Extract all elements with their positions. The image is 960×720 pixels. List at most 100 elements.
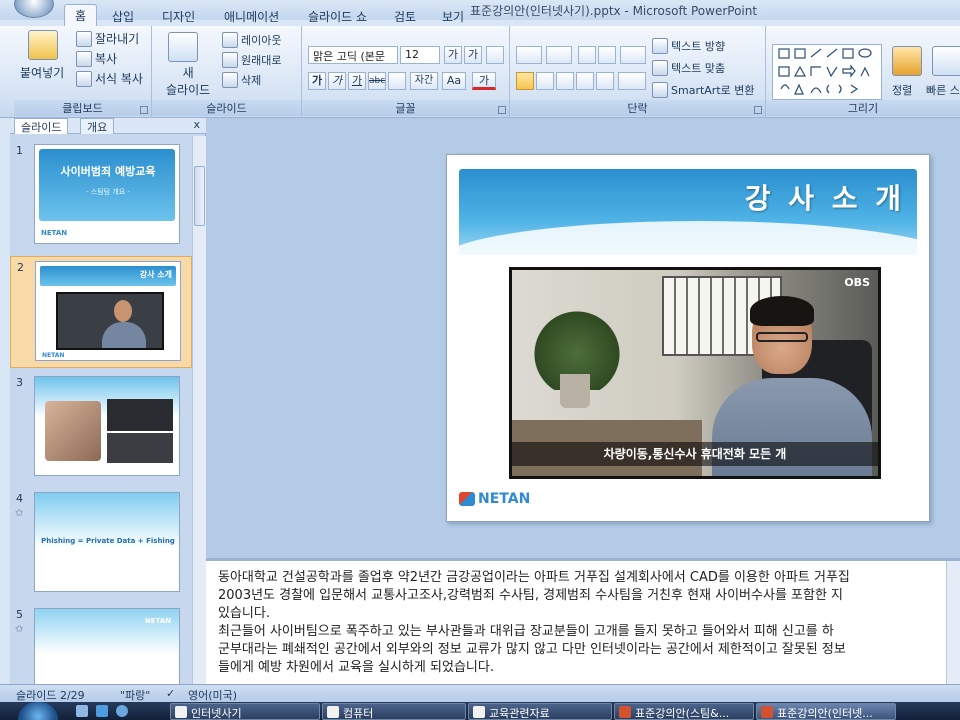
shrink-font-button[interactable]: 가 [464, 46, 482, 64]
underline-button[interactable]: 가 [348, 72, 366, 90]
line-spacing-icon[interactable] [620, 46, 646, 64]
thumb-photo-dark-2 [107, 433, 173, 463]
font-launcher-icon[interactable] [498, 106, 506, 114]
numbering-icon[interactable] [546, 46, 572, 64]
notes-text[interactable]: 동아대학교 건설공학과를 졸업후 약2년간 금강공업이라는 아파트 거푸집 설계… [218, 569, 960, 677]
thumb-logo: NETAN [41, 229, 68, 237]
char-spacing-button[interactable]: 자간 [410, 72, 438, 90]
slide-title[interactable]: 강 사 소 개 [745, 177, 905, 217]
cut-button[interactable]: 잘라내기 [76, 30, 139, 47]
paragraph-launcher-icon[interactable] [754, 106, 762, 114]
taskbar-item-label: 인터넷사기 [191, 707, 242, 720]
tab-slideshow[interactable]: 슬라이드 쇼 [298, 6, 377, 26]
taskbar-item[interactable]: 컴퓨터 [322, 703, 466, 720]
columns-icon[interactable] [618, 72, 646, 90]
slide-logo: NETAN [459, 491, 530, 507]
copy-button[interactable]: 복사 [76, 50, 117, 67]
taskbar-item[interactable]: 표준강의안(스팀&... [614, 703, 754, 720]
video-still[interactable]: OBS 차량이동,통신수사 휴대전화 모든 개 [509, 267, 881, 479]
paste-button[interactable]: 붙여넣기 [20, 64, 64, 81]
new-slide-button[interactable]: 새 슬라이드 [166, 64, 210, 98]
clear-format-icon[interactable] [486, 46, 504, 64]
strikethrough-button[interactable]: abc [368, 72, 386, 90]
logo-text: NETAN [478, 491, 531, 507]
slide-thumbnail-3[interactable] [34, 376, 180, 476]
taskbar-item-label: 교육관련자료 [489, 707, 550, 720]
start-button[interactable] [18, 702, 58, 720]
align-center-icon[interactable] [536, 72, 554, 90]
paintbrush-icon [76, 70, 92, 87]
slide-editor: 강 사 소 개 OBS 차량이동,통신수사 휴대전화 모든 개 NETAN [206, 118, 960, 558]
tab-slides[interactable]: 슬라이드 [14, 118, 69, 134]
tab-design[interactable]: 디자인 [152, 6, 205, 26]
smartart-button[interactable]: SmartArt로 변환 [652, 82, 755, 98]
font-size-combo[interactable]: 12 [400, 46, 440, 64]
shapes-gallery[interactable] [772, 44, 882, 100]
thumbnail-row[interactable]: 5 ✩ NETAN [10, 604, 192, 684]
show-desktop-icon[interactable] [76, 705, 88, 717]
italic-button[interactable]: 가 [328, 72, 346, 90]
align-text-icon [652, 60, 668, 76]
font-name-combo[interactable]: 맑은 고딕 (본문 [308, 46, 398, 64]
close-icon[interactable]: x [193, 118, 200, 131]
align-text-button[interactable]: 텍스트 맞춤 [652, 60, 725, 76]
taskbar-item-active[interactable]: 표준강의안(인터넷... [756, 703, 896, 720]
current-slide[interactable]: 강 사 소 개 OBS 차량이동,통신수사 휴대전화 모든 개 NETAN [446, 154, 930, 522]
bullets-icon[interactable] [516, 46, 542, 64]
slide-thumbnail-2[interactable]: 강사 소개 NETAN [35, 261, 181, 361]
clipboard-group: 붙여넣기 잘라내기 복사 서식 복사 클립보드 [14, 26, 152, 118]
change-case-button[interactable]: Aa [442, 72, 466, 90]
spellcheck-icon[interactable]: ✓ [166, 687, 175, 700]
increase-indent-icon[interactable] [598, 46, 616, 64]
quick-styles-icon [932, 46, 960, 76]
slide-thumbnail-4[interactable]: Phishing = Private Data + Fishing [34, 492, 180, 592]
scroll-thumb[interactable] [194, 166, 205, 226]
tab-outline[interactable]: 개요 [80, 118, 115, 134]
quick-styles-button[interactable]: 빠른 스타일 [926, 82, 960, 98]
font-group: 맑은 고딕 (본문 12 가 가 가 가 가 abc 자간 Aa 가 글꼴 [302, 26, 510, 118]
taskbar-item[interactable]: 인터넷사기 [170, 703, 320, 720]
slide-thumbnail-1[interactable]: 사이버범죄 예방교육 - 스팀팀 개요 - NETAN [34, 144, 180, 244]
thumbnail-row[interactable]: 4 ✩ Phishing = Private Data + Fishing [10, 488, 192, 600]
grow-font-button[interactable]: 가 [444, 46, 462, 64]
taskbar-item[interactable]: 교육관련자료 [468, 703, 612, 720]
decrease-indent-icon[interactable] [578, 46, 596, 64]
font-color-button[interactable]: 가 [472, 72, 496, 90]
tab-review[interactable]: 검토 [384, 6, 426, 26]
reset-button[interactable]: 원래대로 [222, 52, 281, 68]
tab-view[interactable]: 보기 [432, 6, 474, 26]
new-slide-label-top: 새 [182, 66, 194, 80]
notes-scrollbar[interactable] [946, 561, 960, 684]
thumbnail-scrollbar[interactable] [192, 136, 206, 684]
person-glasses [756, 332, 808, 342]
layout-button[interactable]: 레이아웃 [222, 32, 281, 48]
text-direction-button[interactable]: 텍스트 방향 [652, 38, 725, 54]
tab-insert[interactable]: 삽입 [102, 6, 144, 26]
ribbon: 붙여넣기 잘라내기 복사 서식 복사 클립보드 새 슬라이드 레이아웃 원래대로… [0, 26, 960, 118]
arrange-button[interactable]: 정렬 [892, 82, 912, 98]
delete-slide-button[interactable]: 삭제 [222, 72, 261, 88]
notes-pane[interactable]: 동아대학교 건설공학과를 졸업후 약2년간 금강공업이라는 아파트 거푸집 설계… [206, 558, 960, 684]
align-right-icon[interactable] [556, 72, 574, 90]
clipboard-launcher-icon[interactable] [140, 106, 148, 114]
align-left-icon[interactable] [516, 72, 534, 90]
thumbnail-row-selected[interactable]: 2 강사 소개 NETAN [10, 256, 192, 368]
ie-icon[interactable] [116, 705, 128, 717]
distributed-icon[interactable] [596, 72, 614, 90]
thumbnail-row[interactable]: 1 사이버범죄 예방교육 - 스팀팀 개요 - NETAN [10, 140, 192, 252]
thumbnail-row[interactable]: 3 [10, 372, 192, 484]
tab-animations[interactable]: 애니메이션 [214, 6, 289, 26]
language[interactable]: 영어(미국) [188, 687, 237, 703]
format-painter-button[interactable]: 서식 복사 [76, 70, 143, 87]
paragraph-group-title: 단락 [510, 100, 765, 116]
justify-icon[interactable] [576, 72, 594, 90]
notes-line: 있습니다. [218, 606, 270, 621]
browser-icon[interactable] [96, 705, 108, 717]
bold-button[interactable]: 가 [308, 72, 326, 90]
shadow-icon[interactable] [388, 72, 406, 90]
paragraph-group: 텍스트 방향 텍스트 맞춤 SmartArt로 변환 단락 [510, 26, 766, 118]
cut-label: 잘라내기 [95, 32, 140, 46]
thumb-logo: NETAN [42, 352, 65, 359]
tab-home[interactable]: 홈 [64, 4, 98, 28]
slide-thumbnail-5[interactable]: NETAN [34, 608, 180, 684]
